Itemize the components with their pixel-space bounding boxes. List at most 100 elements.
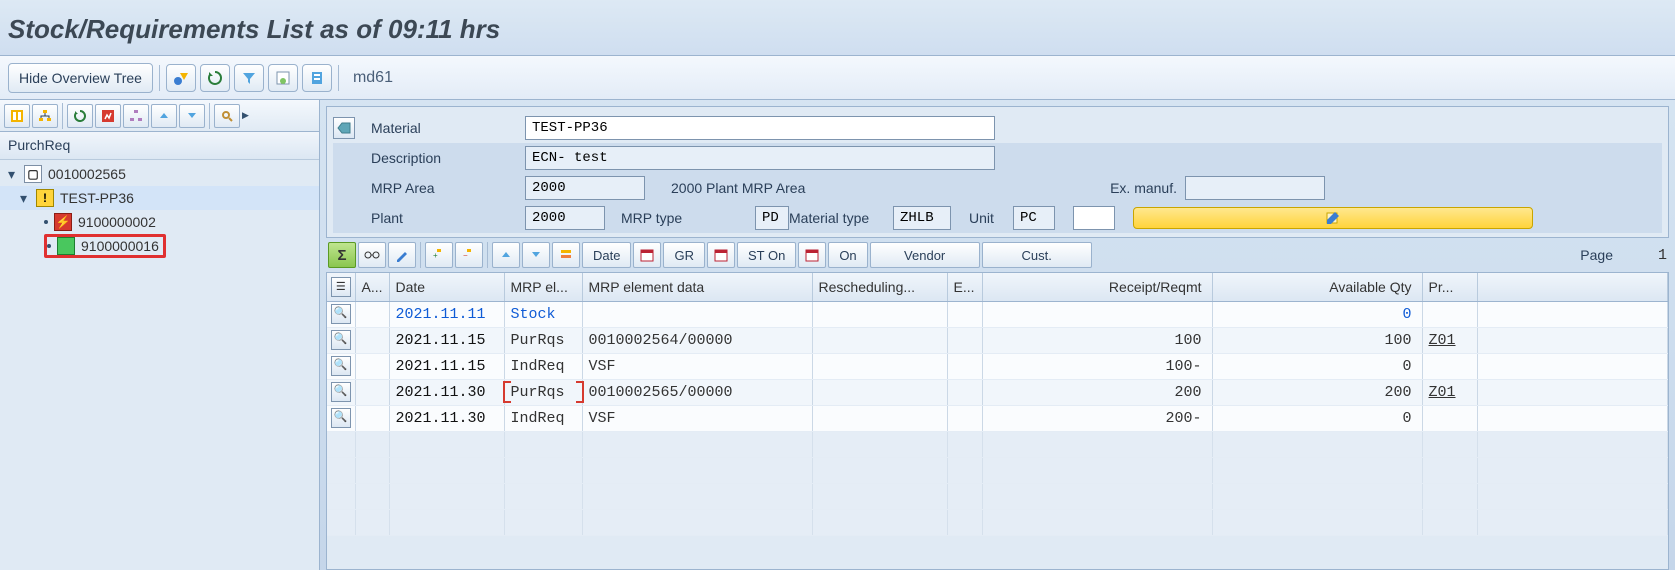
table-row[interactable]: 🔍 2021.11.11Stock 0 bbox=[327, 301, 1668, 327]
toolbar-separator bbox=[420, 242, 421, 268]
cell-available: 100 bbox=[1212, 327, 1422, 353]
cell-available: 0 bbox=[1212, 301, 1422, 327]
tree-columns-icon[interactable] bbox=[4, 104, 30, 128]
ex-manuf-field bbox=[1185, 176, 1325, 200]
tree-node-order[interactable]: ⚡ 9100000002 bbox=[0, 210, 319, 234]
col-receipt[interactable]: Receipt/Reqmt bbox=[982, 273, 1212, 301]
col-mrp-data[interactable]: MRP element data bbox=[582, 273, 812, 301]
details-icon[interactable]: 🔍 bbox=[331, 304, 351, 324]
cell-e bbox=[947, 379, 982, 405]
table-row-empty bbox=[327, 431, 1668, 457]
on-button[interactable]: On bbox=[828, 242, 867, 268]
details-icon[interactable]: 🔍 bbox=[331, 356, 351, 376]
leaf-icon bbox=[47, 244, 51, 248]
vendor-button[interactable]: Vendor bbox=[870, 242, 980, 268]
svg-text:+: + bbox=[433, 251, 438, 260]
refresh-icon[interactable] bbox=[200, 64, 230, 92]
edit-icon[interactable] bbox=[388, 242, 416, 268]
col-pr[interactable]: Pr... bbox=[1422, 273, 1477, 301]
cell-resched bbox=[812, 301, 947, 327]
material-label: Material bbox=[365, 120, 525, 136]
expand-toggle-icon[interactable]: ▾ bbox=[8, 166, 20, 183]
description-field bbox=[525, 146, 995, 170]
unit-field bbox=[1013, 206, 1055, 230]
toolbar-separator bbox=[209, 103, 210, 129]
table-row[interactable]: 🔍2021.11.30IndReqVSF200-0 bbox=[327, 405, 1668, 431]
subtotal-icon[interactable] bbox=[552, 242, 580, 268]
glasses-icon[interactable] bbox=[358, 242, 386, 268]
col-e[interactable]: E... bbox=[947, 273, 982, 301]
cell-resched bbox=[812, 327, 947, 353]
display-material-icon[interactable] bbox=[333, 117, 355, 139]
col-a[interactable]: A... bbox=[355, 273, 389, 301]
cell-a bbox=[355, 327, 389, 353]
col-date[interactable]: Date bbox=[389, 273, 504, 301]
col-avail[interactable]: Available Qty bbox=[1212, 273, 1422, 301]
configure-columns-icon[interactable]: ☰ bbox=[331, 277, 351, 297]
title-bar: Stock/Requirements List as of 09:11 hrs bbox=[0, 0, 1675, 56]
date-button[interactable]: Date bbox=[582, 242, 631, 268]
unit-extra-input[interactable] bbox=[1073, 206, 1115, 230]
cell-date: 2021.11.11 bbox=[389, 301, 504, 327]
toolbar-separator bbox=[487, 242, 488, 268]
material-input[interactable] bbox=[525, 116, 995, 140]
cell-resched bbox=[812, 379, 947, 405]
expand-icon[interactable] bbox=[522, 242, 550, 268]
details-icon[interactable]: 🔍 bbox=[331, 408, 351, 428]
show-graphic-icon[interactable] bbox=[166, 64, 196, 92]
table-row[interactable]: 🔍2021.11.15IndReqVSF100-0 bbox=[327, 353, 1668, 379]
table-row[interactable]: 🔍2021.11.30PurRqs0010002565/00000200200Z… bbox=[327, 379, 1668, 405]
body: ▶ PurchReq ▾ ▢ 0010002565 ▾ ! TEST-PP36 … bbox=[0, 100, 1675, 570]
tree-node-material[interactable]: ▾ ! TEST-PP36 bbox=[0, 186, 319, 210]
tree-node-root[interactable]: ▾ ▢ 0010002565 bbox=[0, 162, 319, 186]
overview-tree-panel: ▶ PurchReq ▾ ▢ 0010002565 ▾ ! TEST-PP36 … bbox=[0, 100, 320, 570]
delete-row-icon[interactable]: − bbox=[455, 242, 483, 268]
cell-mrp-element: Stock bbox=[504, 301, 582, 327]
toolbar-separator bbox=[62, 103, 63, 129]
expand-toggle-icon[interactable]: ▾ bbox=[20, 190, 32, 207]
st-on-button[interactable]: ST On bbox=[737, 242, 796, 268]
cell-available: 0 bbox=[1212, 405, 1422, 431]
material-type-label: Material type bbox=[783, 210, 893, 226]
cell-date: 2021.11.30 bbox=[389, 405, 504, 431]
planning-file-entry-icon[interactable] bbox=[302, 64, 332, 92]
tree-expand-icon[interactable] bbox=[179, 104, 205, 128]
collapse-icon[interactable] bbox=[492, 242, 520, 268]
col-config[interactable]: ☰ bbox=[327, 273, 355, 301]
main-toolbar: Hide Overview Tree md61 bbox=[0, 56, 1675, 100]
tree-refresh-icon[interactable] bbox=[67, 104, 93, 128]
calendar-st-icon[interactable] bbox=[707, 242, 735, 268]
details-icon[interactable]: 🔍 bbox=[331, 382, 351, 402]
cell-mrp-data bbox=[582, 301, 812, 327]
table-row[interactable]: 🔍2021.11.15PurRqs0010002564/00000100100Z… bbox=[327, 327, 1668, 353]
unit-label: Unit bbox=[963, 210, 1013, 226]
tree-alert-icon[interactable] bbox=[95, 104, 121, 128]
calendar-on-icon[interactable] bbox=[798, 242, 826, 268]
tcode-text: md61 bbox=[353, 69, 393, 87]
tree-hierarchy-icon[interactable] bbox=[32, 104, 58, 128]
plant-label: Plant bbox=[365, 210, 525, 226]
filter-icon[interactable] bbox=[234, 64, 264, 92]
details-icon[interactable]: 🔍 bbox=[331, 330, 351, 350]
tree-node-order-highlighted[interactable]: 9100000016 bbox=[0, 234, 319, 258]
cust-button[interactable]: Cust. bbox=[982, 242, 1092, 268]
col-resched[interactable]: Rescheduling... bbox=[812, 273, 947, 301]
cell-mrp-element: PurRqs bbox=[504, 327, 582, 353]
expand-header-button[interactable] bbox=[1133, 207, 1533, 229]
sum-icon[interactable]: Σ bbox=[328, 242, 356, 268]
gr-button[interactable]: GR bbox=[663, 242, 705, 268]
calendar-gr-icon[interactable] bbox=[633, 242, 661, 268]
ex-manuf-label: Ex. manuf. bbox=[1065, 180, 1185, 196]
cell-a bbox=[355, 353, 389, 379]
cell-a bbox=[355, 301, 389, 327]
svg-text:−: − bbox=[463, 251, 468, 260]
tree-find-icon[interactable] bbox=[214, 104, 240, 128]
list-toolbar: Σ + − Date GR ST On On Vendor Cust. Page… bbox=[326, 238, 1669, 272]
col-mrp-el[interactable]: MRP el... bbox=[504, 273, 582, 301]
material-memo-icon[interactable] bbox=[268, 64, 298, 92]
hide-overview-tree-button[interactable]: Hide Overview Tree bbox=[8, 63, 153, 93]
insert-row-icon[interactable]: + bbox=[425, 242, 453, 268]
tree-org-icon[interactable] bbox=[123, 104, 149, 128]
tree-collapse-icon[interactable] bbox=[151, 104, 177, 128]
material-header-form: Material Description MRP Area 2000 Plant… bbox=[326, 106, 1669, 238]
